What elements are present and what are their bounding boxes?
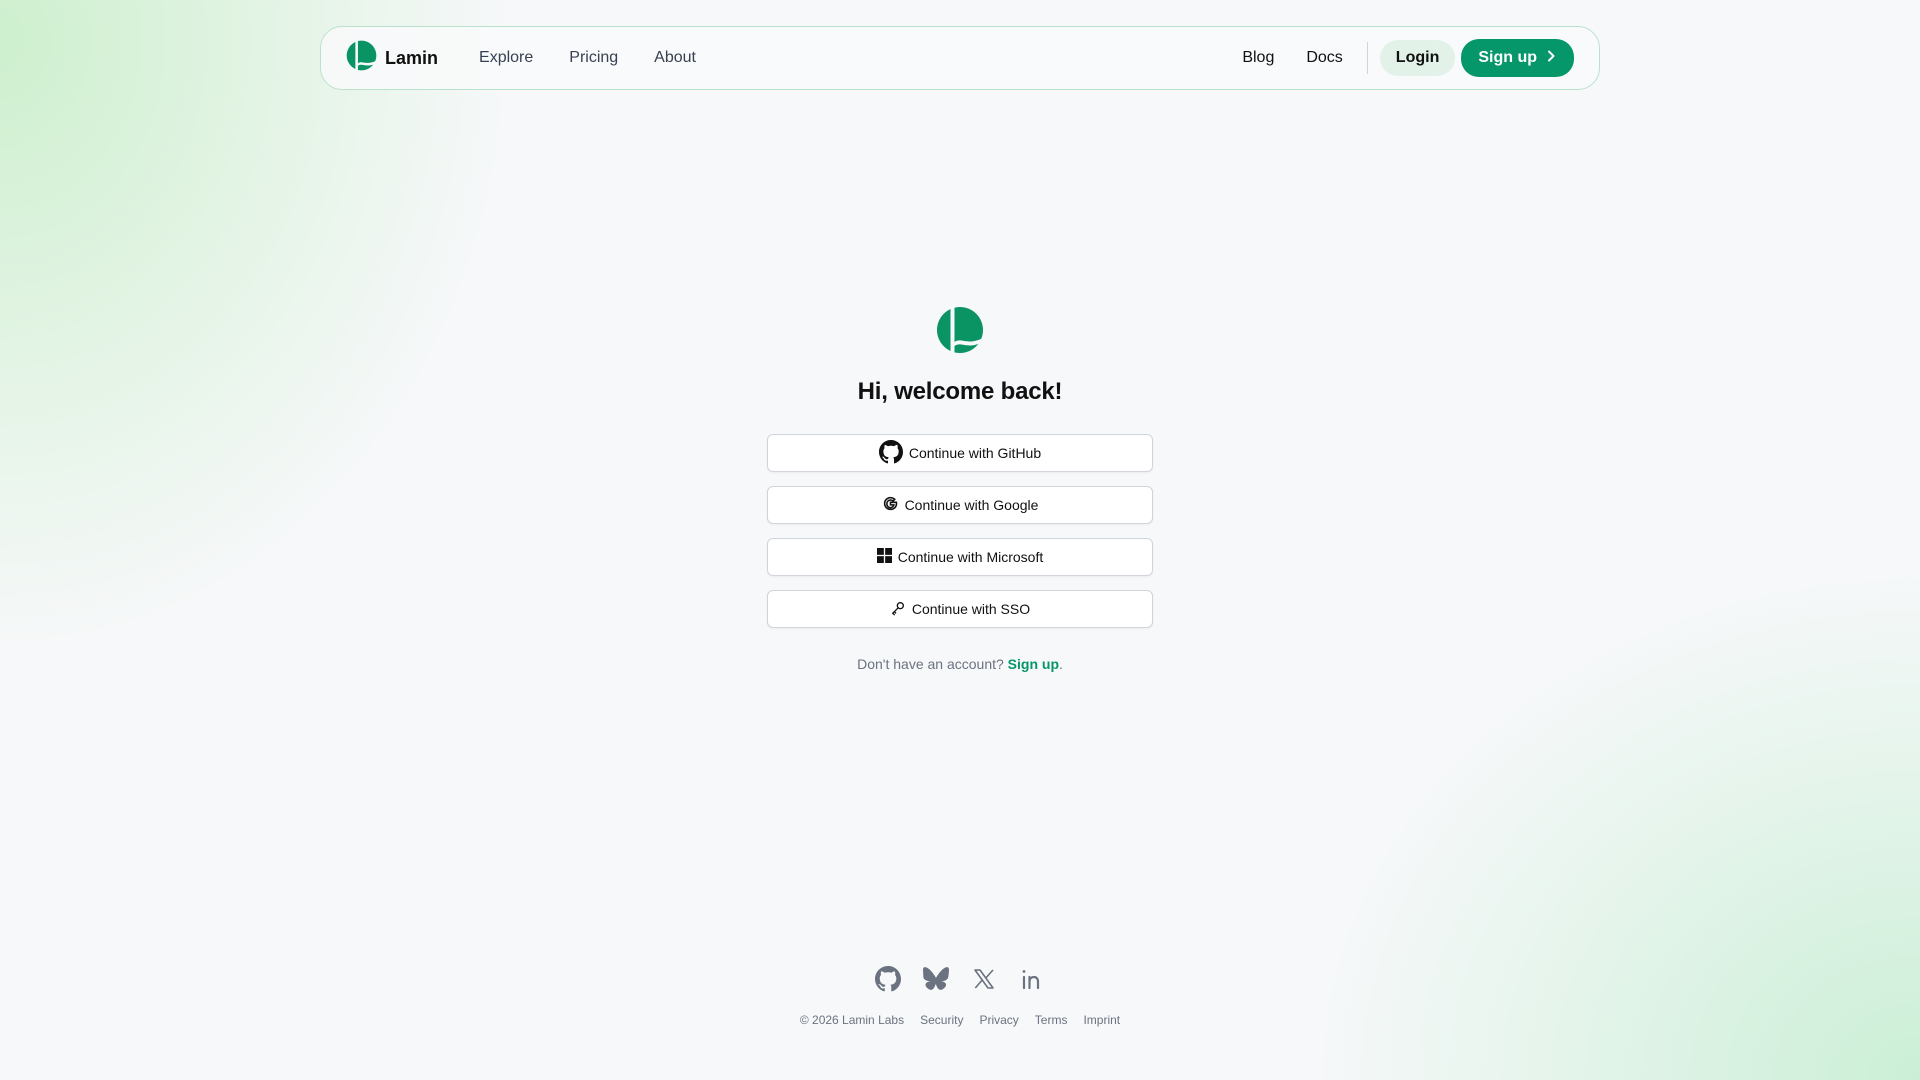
- brand-name: Lamin: [385, 47, 439, 68]
- no-account-prompt: Don't have an account? Sign up.: [857, 656, 1063, 672]
- key-icon: [890, 600, 906, 619]
- lamin-logo-icon: [936, 306, 984, 359]
- no-account-text: Don't have an account?: [857, 656, 1004, 672]
- auth-options: Continue with GitHub Continue with Googl…: [767, 434, 1153, 628]
- github-icon: [878, 439, 903, 467]
- footer-link-terms[interactable]: Terms: [1035, 1013, 1068, 1027]
- google-icon: [882, 495, 899, 515]
- nav-blog[interactable]: Blog: [1242, 49, 1274, 67]
- footer-link-imprint[interactable]: Imprint: [1083, 1013, 1120, 1027]
- login-panel: Hi, welcome back! Continue with GitHub C…: [0, 306, 1920, 672]
- continue-microsoft-label: Continue with Microsoft: [897, 549, 1044, 565]
- continue-google-button[interactable]: Continue with Google: [767, 486, 1153, 524]
- nav-divider: [1366, 42, 1368, 74]
- footer: © 2026 Lamin Labs Security Privacy Terms…: [0, 966, 1920, 1027]
- nav-pricing[interactable]: Pricing: [569, 49, 618, 67]
- signup-button-label: Sign up: [1478, 49, 1537, 66]
- signup-button[interactable]: Sign up: [1461, 39, 1574, 77]
- continue-github-label: Continue with GitHub: [908, 445, 1042, 461]
- nav-explore[interactable]: Explore: [479, 49, 533, 67]
- footer-link-security[interactable]: Security: [920, 1013, 963, 1027]
- continue-sso-button[interactable]: Continue with SSO: [767, 590, 1153, 628]
- github-icon[interactable]: [875, 966, 901, 992]
- continue-github-button[interactable]: Continue with GitHub: [767, 434, 1153, 472]
- social-links: [875, 966, 1045, 992]
- nav-about[interactable]: About: [654, 49, 696, 67]
- signup-period: .: [1059, 656, 1063, 672]
- linkedin-icon[interactable]: [1019, 966, 1045, 992]
- continue-google-label: Continue with Google: [904, 497, 1039, 513]
- lamin-logo-icon: [346, 40, 377, 76]
- brand-home-link[interactable]: Lamin: [346, 40, 438, 76]
- continue-sso-label: Continue with SSO: [911, 601, 1031, 617]
- top-navbar: Lamin Explore Pricing About Blog Docs Lo…: [320, 26, 1600, 90]
- footer-links: © 2026 Lamin Labs Security Privacy Terms…: [800, 1013, 1120, 1027]
- x-icon[interactable]: [971, 966, 997, 992]
- microsoft-icon: [876, 548, 892, 566]
- footer-link-privacy[interactable]: Privacy: [979, 1013, 1018, 1027]
- bluesky-icon[interactable]: [923, 966, 949, 992]
- chevron-right-icon: [1547, 49, 1556, 67]
- page-title: Hi, welcome back!: [857, 378, 1063, 405]
- continue-microsoft-button[interactable]: Continue with Microsoft: [767, 538, 1153, 576]
- login-button[interactable]: Login: [1379, 40, 1456, 76]
- copyright-text: © 2026 Lamin Labs: [799, 1013, 905, 1027]
- nav-docs[interactable]: Docs: [1306, 49, 1342, 67]
- signup-link[interactable]: Sign up: [1008, 656, 1059, 672]
